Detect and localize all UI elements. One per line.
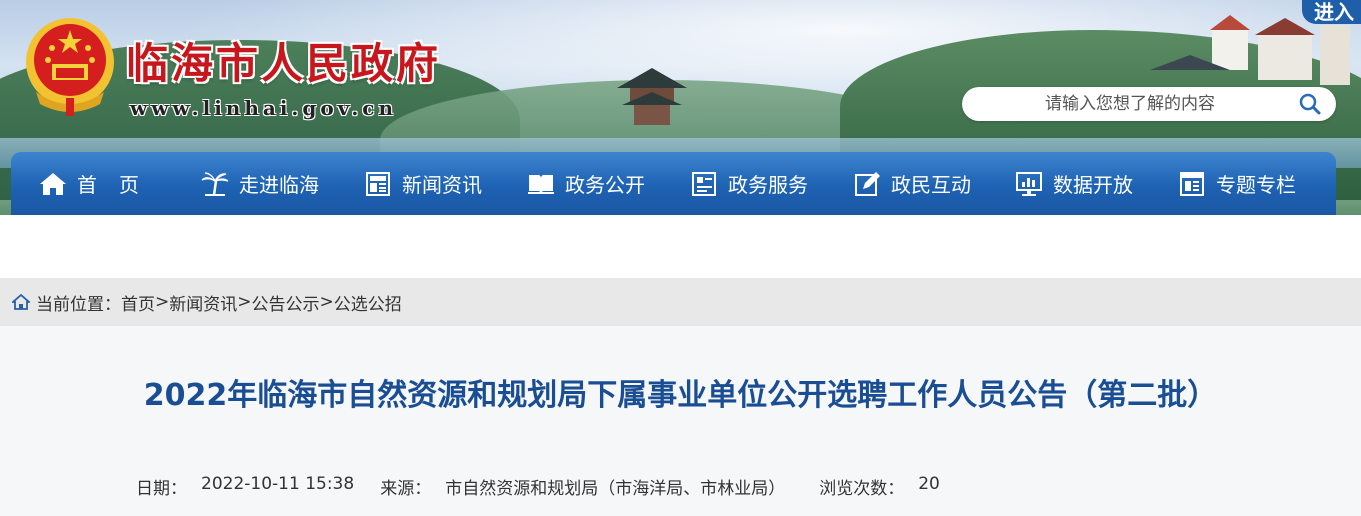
corner-entry-tab[interactable]: 进入 bbox=[1302, 0, 1361, 24]
nav-item-home[interactable]: 首页 bbox=[39, 152, 174, 215]
search-box bbox=[962, 87, 1336, 121]
site-url: www.linhai.gov.cn bbox=[130, 96, 398, 120]
breadcrumb-link-announcements[interactable]: 公告公示 bbox=[252, 290, 320, 315]
breadcrumb-link-recruitment[interactable]: 公选公招 bbox=[334, 290, 402, 315]
nav-item-public-interaction[interactable]: 政民互动 bbox=[853, 152, 1015, 215]
breadcrumb-separator: > bbox=[155, 292, 170, 312]
breadcrumb-prefix: 当前位置： bbox=[36, 294, 121, 315]
nav-item-label: 新闻资讯 bbox=[402, 173, 482, 197]
breadcrumb-link-home[interactable]: 首页 bbox=[121, 290, 155, 315]
palm-tree-icon bbox=[201, 171, 229, 196]
nav-item-label: 政民互动 bbox=[891, 173, 971, 197]
edit-icon bbox=[855, 171, 880, 196]
columns-icon bbox=[1180, 171, 1204, 196]
nav-item-government-services[interactable]: 政务服务 bbox=[690, 152, 853, 215]
nav-item-label: 政务服务 bbox=[728, 173, 808, 197]
article-section: 2022年临海市自然资源和规划局下属事业单位公开选聘工作人员公告（第二批） 日期… bbox=[0, 326, 1361, 516]
site-title: 临海市人民政府 bbox=[126, 39, 442, 88]
views-value: 20 bbox=[918, 474, 940, 494]
home-location-icon bbox=[12, 294, 30, 310]
nav-item-label: 数据开放 bbox=[1053, 173, 1133, 197]
service-icon bbox=[692, 171, 716, 196]
header-banner: 临海市人民政府 www.linhai.gov.cn 进入 首页 走进临海 bbox=[0, 0, 1361, 215]
nav-item-label: 专题专栏 bbox=[1216, 173, 1296, 197]
newspaper-icon bbox=[366, 171, 390, 196]
nav-item-news[interactable]: 新闻资讯 bbox=[364, 152, 527, 215]
nav-item-label: 政务公开 bbox=[565, 173, 645, 197]
pagoda-image bbox=[617, 68, 687, 125]
article-title: 2022年临海市自然资源和规划局下属事业单位公开选聘工作人员公告（第二批） bbox=[143, 378, 1218, 413]
views-label: 浏览次数： bbox=[819, 479, 905, 499]
nav-item-about-linhai[interactable]: 走进临海 bbox=[201, 152, 364, 215]
nav-item-special-topics[interactable]: 专题专栏 bbox=[1178, 152, 1296, 215]
search-icon[interactable] bbox=[1298, 93, 1322, 115]
date-value: 2022-10-11 15:38 bbox=[201, 474, 355, 494]
source-value: 市自然资源和规划局（市海洋局、市林业局） bbox=[445, 479, 786, 499]
monitor-chart-icon bbox=[1016, 171, 1042, 196]
breadcrumb-separator: > bbox=[319, 292, 334, 312]
article-meta: 日期： 2022-10-11 15:38 来源： 市自然资源和规划局（市海洋局、… bbox=[136, 474, 940, 499]
national-emblem-icon bbox=[26, 18, 114, 116]
source-label: 来源： bbox=[380, 479, 432, 499]
open-book-icon bbox=[528, 174, 554, 194]
nav-item-label: 首页 bbox=[77, 173, 161, 197]
nav-item-government-affairs[interactable]: 政务公开 bbox=[527, 152, 690, 215]
nav-item-open-data[interactable]: 数据开放 bbox=[1015, 152, 1178, 215]
date-label: 日期： bbox=[136, 479, 187, 499]
breadcrumb-separator: > bbox=[237, 292, 252, 312]
nav-item-label: 走进临海 bbox=[239, 173, 319, 197]
home-icon bbox=[40, 172, 66, 195]
search-input[interactable] bbox=[980, 87, 1280, 121]
breadcrumb: 当前位置： 首页 > 新闻资讯 > 公告公示 > 公选公招 bbox=[0, 278, 1361, 326]
breadcrumb-link-news[interactable]: 新闻资讯 bbox=[169, 290, 237, 315]
main-nav: 首页 走进临海 新闻资讯 政务公开 政务服务 政民互动 数据开放 专题专栏 bbox=[11, 152, 1336, 215]
